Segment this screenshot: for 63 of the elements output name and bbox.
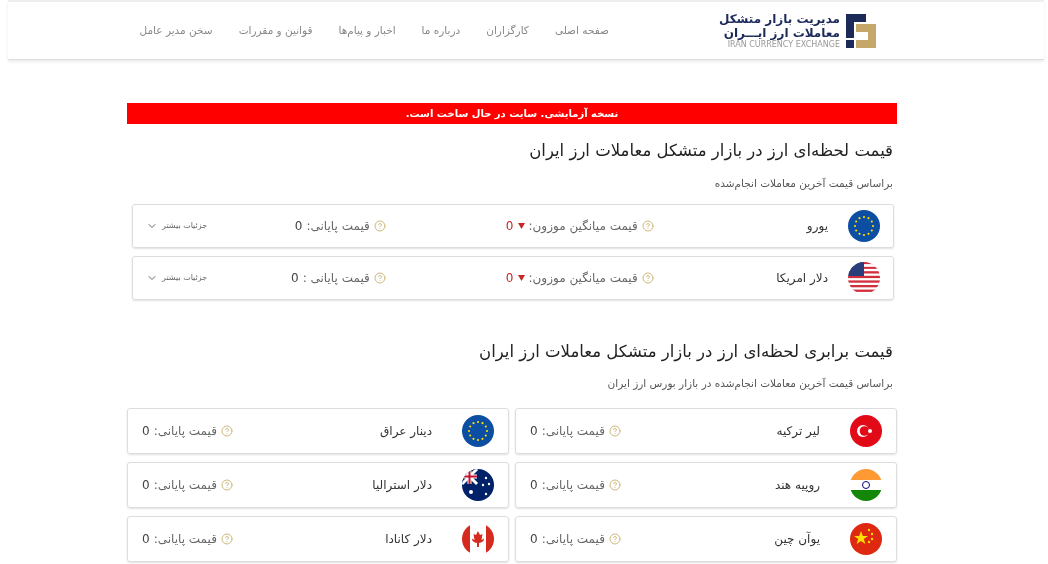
logo-tagline: IRAN CURRENCY EXCHANGE	[727, 40, 840, 49]
help-icon[interactable]	[608, 425, 621, 437]
logo-title: مدیریت بازار متشکل	[718, 12, 840, 26]
price-label: قیمت پایانی:	[153, 423, 217, 440]
help-icon[interactable]	[220, 479, 233, 491]
help-icon[interactable]	[608, 533, 621, 545]
details-toggle[interactable]: جزئیات بیشتر	[146, 219, 208, 232]
help-icon[interactable]	[373, 271, 386, 284]
help-icon[interactable]	[608, 479, 621, 491]
currency-name: دینار عراق	[379, 423, 432, 440]
price-value: 0	[142, 477, 150, 494]
flag-icon	[850, 469, 882, 501]
currency-name: دلار امریکا	[775, 269, 828, 287]
price-label: قیمت پایانی:	[153, 531, 217, 548]
price-value: 0	[530, 423, 538, 440]
flag-icon	[848, 261, 880, 294]
price-label: قیمت پایانی:	[541, 477, 605, 494]
price-value: 0	[294, 217, 303, 235]
price-value: 0	[505, 217, 514, 235]
nav-link[interactable]: سخن مدیر عامل	[139, 22, 213, 39]
nav-link[interactable]: قوانین و مقررات	[238, 22, 313, 39]
flag-icon	[462, 523, 494, 555]
flag-icon	[850, 415, 882, 447]
flag-icon	[850, 523, 882, 555]
section-subtitle: براساس قیمت آخرین معاملات انجام‌شده در بازار بورس ارز ایران	[606, 376, 893, 392]
nav-link[interactable]: صفحه اصلی	[554, 22, 609, 39]
price-label: قیمت پایانی:	[153, 477, 217, 494]
section-title: قیمت برابری لحظه‌ای ارز در بازار متشکل معاملات ارز ایران	[478, 340, 893, 364]
price-label: قیمت پایانی:	[541, 423, 605, 440]
currency-name: دلار استرالیا	[371, 477, 432, 494]
price-label: قیمت پایانی:	[306, 217, 370, 235]
price-label: قیمت پایانی :	[302, 269, 370, 287]
help-icon[interactable]	[641, 271, 654, 284]
help-icon[interactable]	[641, 219, 654, 232]
flag-icon	[848, 209, 880, 242]
logo-icon	[844, 11, 878, 50]
currency-name: لیر ترکیه	[775, 423, 820, 440]
currency-name: یوآن چین	[773, 530, 820, 548]
currency-name: دلار کانادا	[384, 531, 432, 548]
logo-title: معاملات ارز ایـــران	[723, 26, 840, 40]
nav-link[interactable]: کارگزاران	[486, 22, 529, 39]
price-value: 0	[505, 269, 514, 287]
price-label: قیمت میانگین موزون:	[528, 269, 638, 287]
price-value: 0	[530, 477, 538, 494]
price-value: 0	[530, 531, 538, 548]
flag-icon	[462, 415, 494, 447]
currency-name: یورو	[805, 217, 828, 235]
nav-link[interactable]: اخبار و پیام‌ها	[338, 22, 396, 39]
section-subtitle: براساس قیمت آخرین معاملات انجام‌شده	[713, 175, 893, 192]
help-icon[interactable]	[220, 533, 233, 545]
nav-link[interactable]: درباره ما	[421, 22, 461, 39]
flag-icon	[462, 469, 494, 501]
price-value: 0	[291, 269, 299, 287]
section-title: قیمت لحظه‌ای ارز در بازار متشکل معاملات ارز ایران	[528, 140, 893, 163]
currency-name: روپیه هند	[773, 477, 820, 494]
help-icon[interactable]	[220, 425, 233, 437]
price-label: قیمت پایانی:	[541, 531, 605, 548]
details-toggle[interactable]: جزئیات بیشتر	[146, 271, 208, 284]
price-label: قیمت میانگین موزون:	[528, 217, 638, 235]
price-value: 0	[142, 423, 150, 440]
help-icon[interactable]	[373, 219, 386, 232]
price-value: 0	[142, 531, 150, 548]
notice-banner: نسخه آزمایشی. سایت در حال ساخت است.	[127, 103, 897, 124]
